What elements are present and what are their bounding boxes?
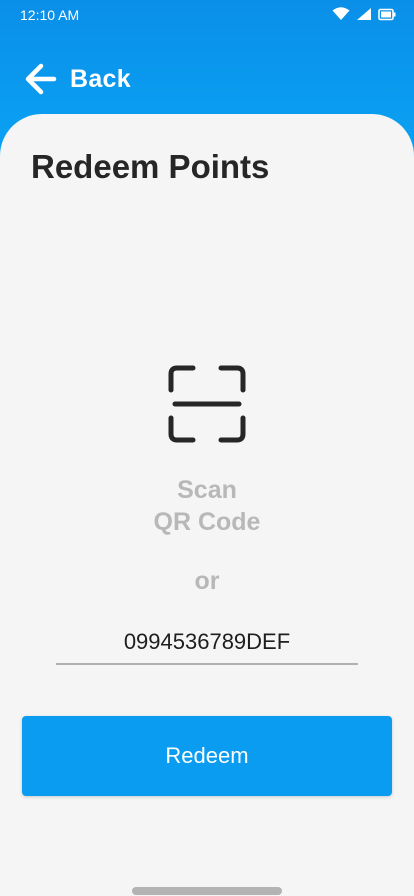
scan-qr-button[interactable]: Scan QR Code xyxy=(0,364,414,538)
scan-label: Scan QR Code xyxy=(0,474,414,538)
status-bar: 12:10 AM xyxy=(0,0,414,32)
header: Back xyxy=(0,55,414,103)
or-separator: or xyxy=(194,567,220,595)
back-label: Back xyxy=(70,64,131,93)
code-input[interactable] xyxy=(56,620,358,665)
wifi-icon xyxy=(332,7,350,20)
home-indicator[interactable] xyxy=(132,887,282,895)
scan-label-line1: Scan xyxy=(177,476,237,504)
status-icons xyxy=(332,7,396,21)
qr-scan-icon xyxy=(168,365,246,443)
arrow-left-icon xyxy=(25,63,57,95)
back-button[interactable]: Back xyxy=(24,59,131,99)
redeem-button[interactable]: Redeem xyxy=(22,716,392,796)
battery-icon xyxy=(378,8,396,20)
page-title: Redeem Points xyxy=(31,148,270,185)
content-card: Redeem Points Scan QR Code or Redeem xyxy=(0,114,414,896)
redeem-points-screen: 12:10 AM Back Redeem Points Scan QR Code… xyxy=(0,0,414,896)
status-time: 12:10 AM xyxy=(20,7,80,23)
scan-label-line2: QR Code xyxy=(153,508,261,536)
cellular-signal-icon xyxy=(357,8,371,20)
